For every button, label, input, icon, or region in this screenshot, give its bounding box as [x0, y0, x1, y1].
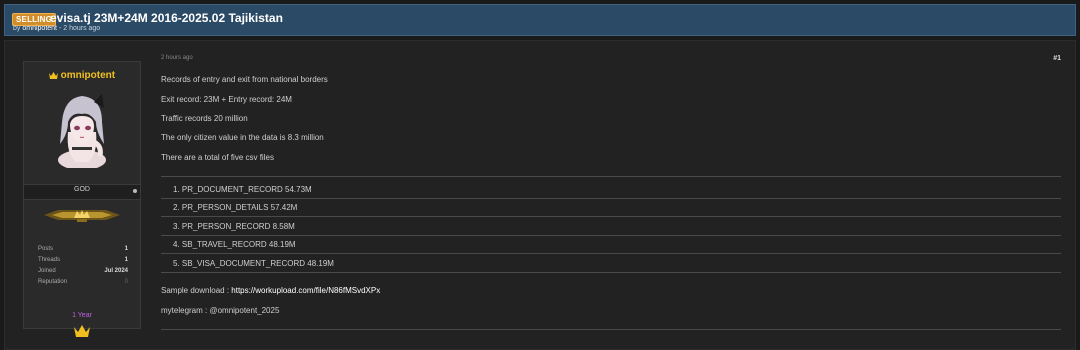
file-list-item: 1. PR_DOCUMENT_RECORD 54.73M	[173, 185, 312, 194]
stat-value[interactable]: 1	[125, 246, 128, 252]
divider	[161, 253, 1061, 254]
telegram-line: mytelegram : @omnipotent_2025	[161, 306, 280, 315]
file-list-item: 4. SB_TRAVEL_RECORD 48.19M	[173, 240, 296, 249]
file-list-item: 5. SB_VISA_DOCUMENT_RECORD 48.19M	[173, 259, 334, 268]
user-panel: omnipotent GOD Posts 1 Threads 1 Joined …	[23, 61, 141, 337]
meta-time: - 2 hours ago	[58, 25, 101, 32]
sample-download: Sample download : https://workupload.com…	[161, 286, 380, 295]
post-line: There are a total of five csv files	[161, 153, 274, 162]
divider	[161, 235, 1061, 236]
meta-prefix: by	[13, 25, 21, 32]
thread-meta: by omnipotent - 2 hours ago	[13, 25, 100, 32]
stat-joined: Joined Jul 2024	[38, 268, 128, 279]
post-line: Records of entry and exit from national …	[161, 75, 328, 84]
file-list-item: 3. PR_PERSON_RECORD 8.58M	[173, 222, 295, 231]
post-line: Exit record: 23M + Entry record: 24M	[161, 95, 292, 104]
thread-author-link[interactable]: omnipotent	[22, 25, 57, 32]
username-text: omnipotent	[60, 70, 116, 81]
rank-bar: GOD	[24, 184, 140, 200]
post-line: Traffic records 20 million	[161, 114, 248, 123]
post-date: 2 hours ago	[161, 55, 193, 61]
stat-label: Posts	[38, 246, 54, 252]
sample-download-link[interactable]: https://workupload.com/file/N86fMSvdXPx	[231, 286, 380, 295]
stat-reputation: Reputation 0	[38, 279, 128, 290]
user-stats: Posts 1 Threads 1 Joined Jul 2024 Reputa…	[38, 246, 128, 290]
post-number-link[interactable]: #1	[1053, 55, 1061, 62]
post: omnipotent GOD Posts 1 Threads 1 Joined …	[4, 40, 1076, 350]
post-line: The only citizen value in the data is 8.…	[161, 133, 324, 142]
online-status-icon	[133, 189, 137, 193]
divider	[161, 176, 1061, 177]
stat-value[interactable]: 1	[125, 257, 128, 263]
divider	[161, 272, 1061, 273]
crown-icon	[74, 325, 90, 337]
stat-posts: Posts 1	[38, 246, 128, 257]
rank-banner-icon	[44, 210, 120, 222]
divider	[161, 198, 1061, 199]
avatar[interactable]	[50, 92, 114, 168]
thread-header: SELLING evisa.tj 23M+24M 2016-2025.02 Ta…	[4, 4, 1076, 36]
crown-icon	[48, 72, 58, 79]
username[interactable]: omnipotent	[24, 70, 140, 81]
divider	[161, 329, 1061, 330]
thread-title[interactable]: evisa.tj 23M+24M 2016-2025.02 Tajikistan	[50, 11, 283, 25]
stat-value: Jul 2024	[104, 268, 128, 274]
stat-value[interactable]: 0	[125, 279, 128, 285]
stat-label: Joined	[38, 268, 56, 274]
stat-label: Threads	[38, 257, 61, 263]
stat-threads: Threads 1	[38, 257, 128, 268]
file-list-item: 2. PR_PERSON_DETAILS 57.42M	[173, 203, 298, 212]
year-badge: 1 Year	[72, 312, 92, 319]
sample-label: Sample download :	[161, 286, 232, 295]
stat-label: Reputation	[38, 279, 68, 285]
divider	[161, 216, 1061, 217]
rank-label: GOD	[74, 186, 90, 193]
